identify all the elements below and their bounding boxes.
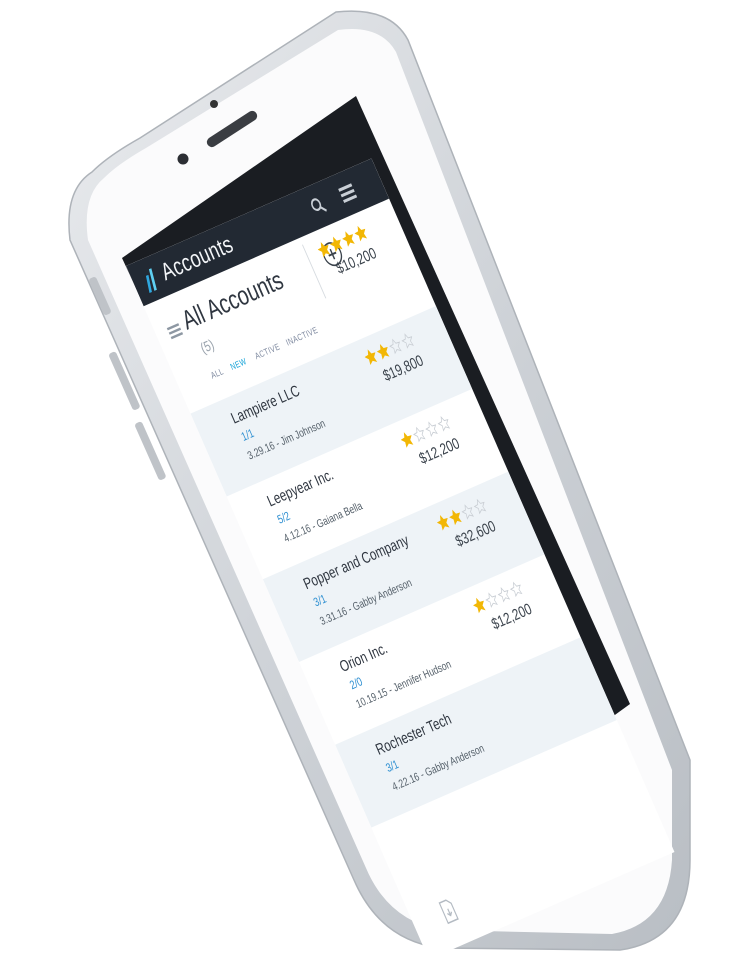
- account-name: Orion Inc.: [336, 638, 391, 676]
- account-ratio: 3/1: [384, 758, 401, 776]
- account-ratio: 1/1: [239, 427, 257, 445]
- front-camera: [177, 153, 189, 165]
- filter-inactive[interactable]: INACTIVE: [284, 324, 319, 348]
- front-camera-dot: [210, 100, 218, 108]
- section-count: (5): [197, 335, 217, 357]
- account-ratio: 5/2: [275, 509, 293, 528]
- account-ratio: 3/1: [311, 592, 329, 611]
- document-icon[interactable]: [437, 897, 460, 925]
- filter-active[interactable]: ACTIVE: [253, 341, 282, 362]
- account-ratio: 2/0: [348, 675, 365, 693]
- app-logo-icon: [145, 268, 157, 294]
- filter-all[interactable]: ALL: [209, 366, 225, 381]
- filter-tabs: ALL NEW ACTIVE INACTIVE: [209, 324, 320, 387]
- search-icon[interactable]: [300, 185, 337, 226]
- hamburger-menu-icon[interactable]: [329, 172, 366, 213]
- list-menu-icon[interactable]: [166, 321, 184, 342]
- filter-new[interactable]: NEW: [229, 356, 249, 373]
- account-meta: 4.22.16 - Gabby Anderson: [390, 742, 487, 795]
